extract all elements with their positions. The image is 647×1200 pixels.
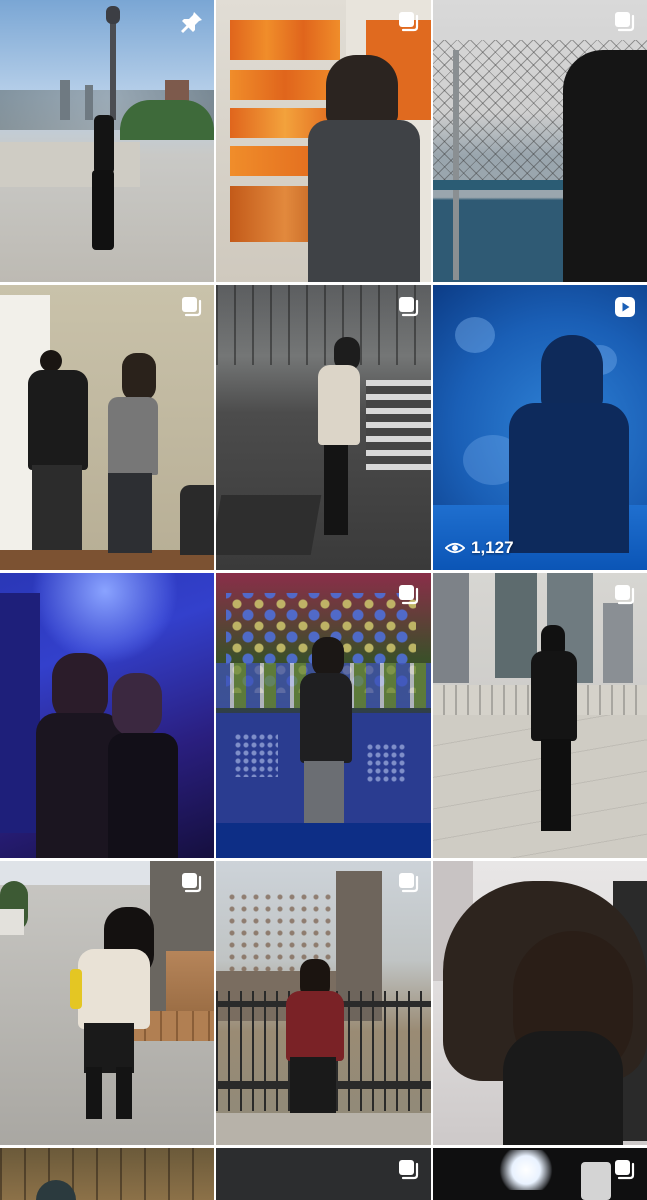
carousel-icon xyxy=(613,583,637,607)
post-tile-5[interactable] xyxy=(216,285,431,570)
post-tile-14[interactable] xyxy=(216,1148,431,1200)
post-tile-6[interactable]: 1,127 xyxy=(433,285,647,570)
post-tile-8[interactable] xyxy=(216,573,431,858)
post-tile-11[interactable] xyxy=(216,861,431,1145)
post-tile-12[interactable] xyxy=(433,861,647,1145)
post-tile-3[interactable] xyxy=(433,0,647,282)
view-count-label: 1,127 xyxy=(471,538,514,557)
carousel-icon xyxy=(397,871,421,895)
carousel-icon xyxy=(397,10,421,34)
pin-icon xyxy=(180,10,204,34)
post-tile-1[interactable] xyxy=(0,0,214,282)
carousel-icon xyxy=(613,1158,637,1182)
eye-icon xyxy=(445,538,465,558)
post-tile-9[interactable] xyxy=(433,573,647,858)
carousel-icon xyxy=(180,871,204,895)
view-count: 1,127 xyxy=(445,538,514,558)
post-tile-15[interactable] xyxy=(433,1148,647,1200)
carousel-icon xyxy=(397,1158,421,1182)
post-tile-4[interactable] xyxy=(0,285,214,570)
profile-post-grid: 1,127 xyxy=(0,0,647,1200)
carousel-icon xyxy=(180,295,204,319)
post-tile-10[interactable] xyxy=(0,861,214,1145)
reel-icon xyxy=(613,295,637,319)
carousel-icon xyxy=(397,295,421,319)
post-tile-13[interactable] xyxy=(0,1148,214,1200)
carousel-icon xyxy=(397,583,421,607)
carousel-icon xyxy=(613,10,637,34)
post-tile-7[interactable] xyxy=(0,573,214,858)
post-tile-2[interactable] xyxy=(216,0,431,282)
